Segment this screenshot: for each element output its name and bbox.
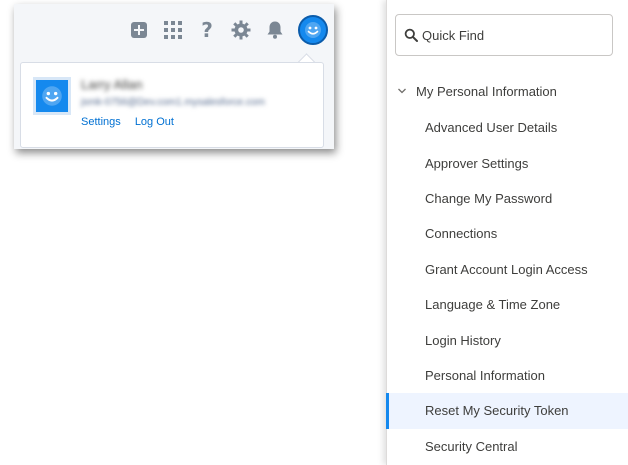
nav-item-label: Login History (425, 332, 501, 348)
quick-find-input[interactable] (422, 27, 602, 43)
header-actions: ? (128, 14, 328, 46)
nav-item-label: Connections (425, 226, 498, 242)
nav-item-change-my-password[interactable]: Change My Password (387, 181, 628, 216)
nav-item-advanced-user-details[interactable]: Advanced User Details (387, 110, 628, 145)
help-icon[interactable]: ? (196, 19, 218, 41)
setup-navigation-panel: My Personal Information Advanced User De… (386, 0, 628, 465)
profile-avatar (33, 77, 71, 115)
nav-item-login-history[interactable]: Login History (387, 322, 628, 357)
setup-nav-list: Advanced User Details Approver Settings … (386, 110, 628, 464)
avatar-icon (42, 86, 62, 106)
nav-item-label: Personal Information (425, 367, 545, 383)
nav-item-grant-account-login-access[interactable]: Grant Account Login Access (387, 252, 628, 287)
nav-item-security-central[interactable]: Security Central (387, 429, 628, 464)
chevron-down-icon (397, 84, 407, 99)
nav-item-label: Advanced User Details (425, 120, 558, 136)
global-header: ? (14, 4, 334, 56)
settings-link[interactable]: Settings (81, 116, 121, 128)
nav-item-label: Reset My Security Token (425, 403, 569, 419)
notifications-bell-icon[interactable] (264, 19, 286, 41)
logout-link[interactable]: Log Out (135, 116, 174, 128)
global-header-panel: ? Larry Allan jsmk-0756@Dev.com1.mysales… (14, 4, 334, 149)
nav-item-approver-settings[interactable]: Approver Settings (387, 145, 628, 180)
profile-name: Larry Allan (81, 77, 143, 92)
nav-item-label: Language & Time Zone (425, 297, 561, 313)
nav-item-label: Security Central (425, 438, 518, 454)
nav-item-label: Change My Password (425, 190, 553, 206)
help-glyph: ? (201, 18, 213, 42)
nav-item-label: Approver Settings (425, 155, 529, 171)
section-label: My Personal Information (416, 83, 557, 99)
add-icon[interactable] (128, 19, 150, 41)
section-my-personal-information[interactable]: My Personal Information (397, 80, 557, 102)
nav-item-connections[interactable]: Connections (387, 216, 628, 251)
quick-find-box[interactable] (395, 14, 613, 56)
user-avatar-button[interactable] (298, 15, 328, 45)
nav-item-language-time-zone[interactable]: Language & Time Zone (387, 287, 628, 322)
nav-item-reset-my-security-token[interactable]: Reset My Security Token (386, 393, 628, 429)
nav-item-personal-information[interactable]: Personal Information (387, 358, 628, 393)
app-launcher-icon[interactable] (162, 19, 184, 41)
search-icon (404, 28, 418, 42)
setup-gear-icon[interactable] (230, 19, 252, 41)
avatar-icon (305, 22, 321, 38)
nav-item-label: Grant Account Login Access (425, 261, 588, 277)
profile-email: jsmk-0756@Dev.com1.mysalesforce.com (81, 97, 265, 108)
profile-popover: Larry Allan jsmk-0756@Dev.com1.mysalesfo… (20, 62, 324, 148)
profile-links: Settings Log Out (81, 116, 185, 128)
